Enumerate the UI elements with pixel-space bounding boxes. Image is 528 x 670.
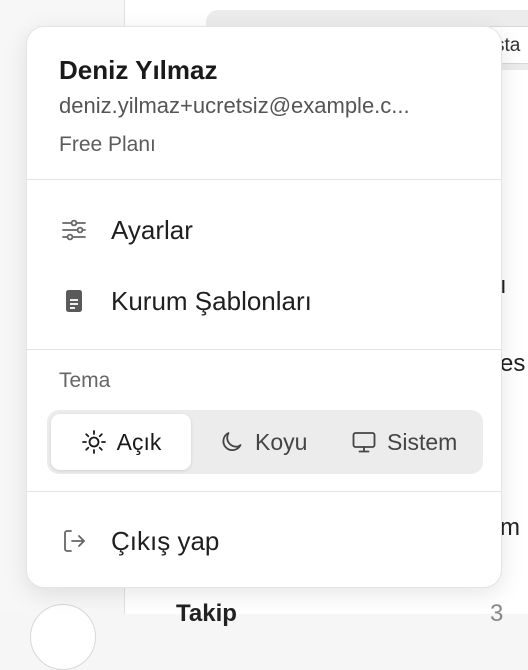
user-email: deniz.yilmaz+ucretsiz@example.c... bbox=[59, 93, 410, 118]
menu-item-org-templates[interactable]: Kurum Şablonları bbox=[27, 273, 501, 329]
plan-badge: Free Planı bbox=[59, 133, 156, 156]
background-text-fragment: m bbox=[500, 514, 520, 541]
theme-segmented-control: Açık Koyu Sistem bbox=[47, 410, 483, 474]
sliders-icon bbox=[61, 217, 87, 243]
menu-item-settings[interactable]: Ayarlar bbox=[27, 202, 501, 258]
theme-option-system[interactable]: Sistem bbox=[351, 414, 457, 470]
theme-option-dark[interactable]: Koyu bbox=[219, 414, 307, 470]
moon-icon bbox=[219, 429, 245, 455]
background-text-fragment: 3 bbox=[490, 600, 504, 627]
theme-option-label: Açık bbox=[116, 428, 162, 455]
menu-item-label: Ayarlar bbox=[111, 214, 193, 245]
divider bbox=[27, 491, 501, 492]
logout-label: Çıkış yap bbox=[111, 525, 220, 556]
document-icon bbox=[61, 288, 87, 314]
user-name: Deniz Yılmaz bbox=[59, 55, 218, 85]
logout-button[interactable]: Çıkış yap bbox=[27, 513, 501, 569]
sun-icon bbox=[81, 429, 107, 455]
account-menu-popover: Deniz Yılmaz deniz.yilmaz+ucretsiz@examp… bbox=[26, 26, 502, 588]
monitor-icon bbox=[351, 429, 377, 455]
theme-option-label: Koyu bbox=[255, 428, 308, 455]
theme-section-title: Tema bbox=[59, 369, 111, 392]
theme-option-light[interactable]: Açık bbox=[51, 414, 191, 470]
background-text-fragment: es bbox=[500, 350, 526, 377]
background-text-fragment: Takip bbox=[176, 600, 237, 627]
divider bbox=[27, 179, 501, 180]
divider bbox=[27, 349, 501, 350]
menu-item-label: Kurum Şablonları bbox=[111, 285, 312, 316]
theme-option-label: Sistem bbox=[387, 428, 458, 455]
logout-icon bbox=[61, 528, 87, 554]
